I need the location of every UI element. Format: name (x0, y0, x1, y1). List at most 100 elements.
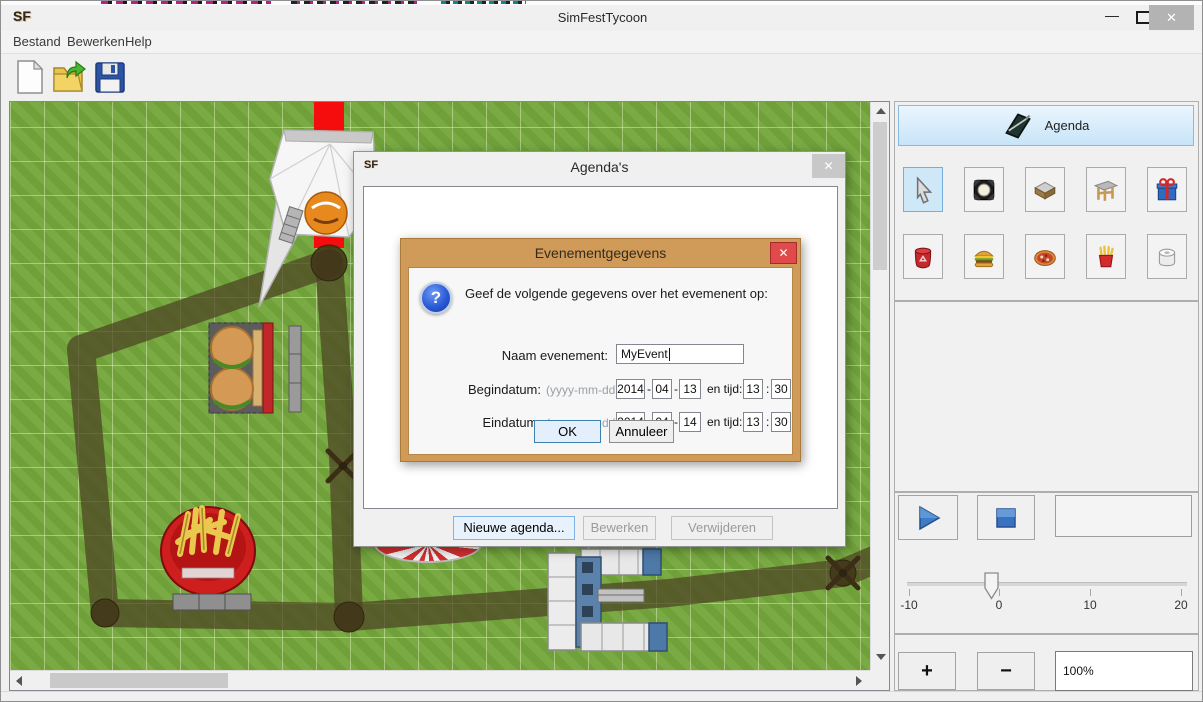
tool-stage-button[interactable] (1025, 167, 1065, 212)
tool-stand-frame-button[interactable] (1086, 167, 1126, 212)
agenda-book-icon (1003, 111, 1033, 141)
scroll-right-icon[interactable] (856, 676, 862, 686)
end-hour-field[interactable]: 13 (743, 412, 763, 432)
menu-bar: Bestand Bewerken Help (1, 31, 1203, 54)
tool-gift-button[interactable] (1147, 167, 1187, 212)
menu-help[interactable]: Help (119, 31, 158, 53)
status-bar (1, 691, 1203, 702)
pizza-icon (1032, 244, 1058, 270)
horizontal-scroll-thumb[interactable] (50, 673, 228, 688)
question-mark-icon: ? (420, 282, 452, 314)
zoom-out-button[interactable]: − (977, 652, 1035, 690)
scroll-up-icon[interactable] (876, 108, 886, 114)
event-dialog-title: Evenementgegevens (401, 239, 800, 267)
bench[interactable] (289, 326, 301, 412)
bench[interactable] (598, 589, 644, 602)
begin-minute-field[interactable]: 30 (771, 379, 791, 399)
artifact-pixels (101, 1, 271, 4)
end-day-field[interactable]: 14 (679, 412, 701, 432)
event-dialog-close-button[interactable]: ✕ (770, 242, 797, 264)
begin-hour-field[interactable]: 13 (743, 379, 763, 399)
save-file-button[interactable] (91, 58, 129, 96)
begin-date-format-hint: (yyyy-mm-dd) (546, 383, 619, 397)
slider-tick-label: -10 (894, 598, 924, 612)
zoom-level-field[interactable]: 100% (1055, 651, 1193, 691)
stop-button[interactable] (977, 495, 1035, 540)
begin-year-field[interactable]: 2014 (616, 379, 645, 399)
play-icon (914, 504, 942, 532)
artifact-pixels (441, 1, 526, 4)
playback-display (1055, 495, 1192, 537)
new-agenda-button[interactable]: Nieuwe agenda... (453, 516, 575, 540)
map-horizontal-scrollbar[interactable] (10, 670, 870, 690)
slider-tick-label: 20 (1166, 598, 1196, 612)
minimize-button[interactable]: — (1097, 5, 1127, 29)
event-name-label: Naam evenement: (467, 348, 608, 363)
slider-thumb-icon (984, 572, 999, 600)
gift-icon (1154, 177, 1180, 203)
vertical-scroll-thumb[interactable] (873, 122, 887, 270)
time-separator: : (766, 415, 769, 429)
end-date-label: Eindatum: (419, 415, 541, 430)
speed-slider-track[interactable] (907, 582, 1187, 586)
title-bar: SF SimFestTycoon — ✕ (1, 5, 1203, 31)
map-vertical-scrollbar[interactable] (870, 102, 889, 670)
slider-tick (1090, 589, 1091, 596)
new-document-icon (15, 60, 45, 94)
hamburger-icon (971, 244, 997, 270)
window-title: SimFestTycoon (1, 5, 1203, 31)
event-dialog-prompt: Geef de volgende gegevens over het eveme… (465, 286, 768, 301)
new-file-button[interactable] (11, 58, 49, 96)
tool-pizza-button[interactable] (1025, 234, 1065, 279)
toolbar (1, 54, 1203, 100)
event-name-value: MyEvent (621, 347, 668, 361)
tool-spotlight-button[interactable] (964, 167, 1004, 212)
tool-fries-button[interactable] (1086, 234, 1126, 279)
bench[interactable] (173, 594, 251, 610)
event-dialog-body: ? Geef de volgende gegevens over het eve… (408, 267, 793, 455)
open-file-button[interactable] (51, 58, 89, 96)
tool-toilet-paper-button[interactable] (1147, 234, 1187, 279)
tool-hamburger-button[interactable] (964, 234, 1004, 279)
toilet-paper-icon (1154, 244, 1180, 270)
date-separator: - (647, 382, 651, 396)
end-minute-field[interactable]: 30 (771, 412, 791, 432)
tools-panel: Agenda (894, 101, 1199, 301)
play-button[interactable] (898, 495, 958, 540)
scroll-left-icon[interactable] (16, 676, 22, 686)
begin-day-field[interactable]: 13 (679, 379, 701, 399)
begin-time-label: en tijd: (707, 382, 742, 396)
ok-button[interactable]: OK (534, 420, 601, 443)
agendas-dialog-title: Agenda's (354, 152, 845, 182)
stop-icon (994, 506, 1018, 530)
tool-trash-can-button[interactable] (903, 234, 943, 279)
close-button[interactable]: ✕ (1149, 5, 1194, 30)
slider-tick (909, 589, 910, 596)
fries-stand[interactable] (161, 507, 255, 595)
trash-can-icon (910, 244, 936, 270)
burger-stand[interactable] (209, 323, 273, 413)
agendas-dialog-close-button[interactable]: ✕ (812, 154, 845, 178)
zoom-in-button[interactable]: + (898, 652, 956, 690)
begin-date-label: Begindatum: (419, 382, 541, 397)
cursor-icon (910, 176, 936, 204)
scroll-down-icon[interactable] (876, 654, 886, 660)
text-caret (669, 348, 670, 361)
stage-icon (1032, 177, 1058, 203)
edit-agenda-button: Bewerken (583, 516, 656, 540)
slider-tick (1181, 589, 1182, 596)
app-window: SF SimFestTycoon — ✕ Bestand Bewerken He… (0, 0, 1203, 702)
agendas-dialog-titlebar[interactable]: SF Agenda's ✕ (354, 152, 845, 182)
tool-cursor-button[interactable] (903, 167, 943, 212)
begin-month-field[interactable]: 04 (652, 379, 672, 399)
agenda-list-panel[interactable] (894, 301, 1199, 492)
end-time-label: en tijd: (707, 415, 742, 429)
date-separator: - (674, 382, 678, 396)
cancel-button[interactable]: Annuleer (609, 420, 674, 443)
event-name-field[interactable]: MyEvent (616, 344, 744, 364)
delete-agenda-button: Verwijderen (671, 516, 773, 540)
agenda-panel-button[interactable]: Agenda (898, 105, 1194, 146)
spotlight-icon (971, 177, 997, 203)
open-folder-icon (52, 60, 88, 94)
menu-bestand[interactable]: Bestand (7, 31, 67, 53)
